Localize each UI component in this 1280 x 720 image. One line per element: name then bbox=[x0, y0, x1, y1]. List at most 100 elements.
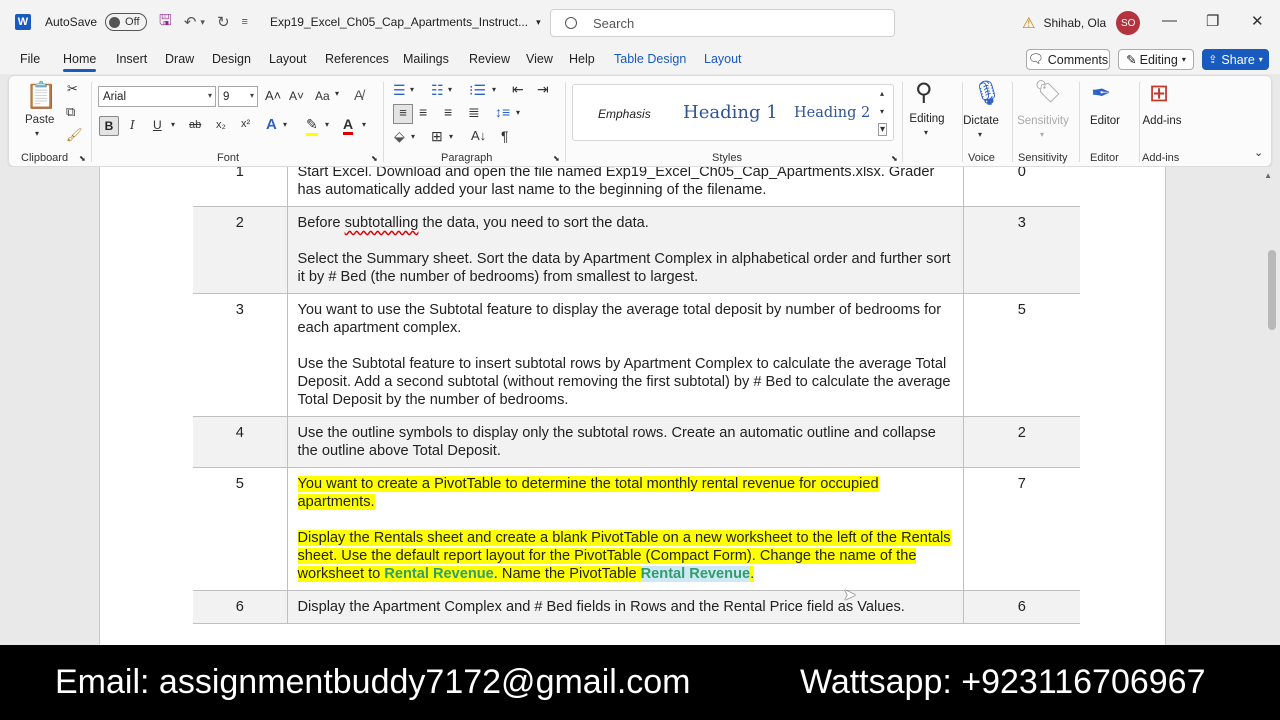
search-input[interactable]: Search bbox=[550, 9, 895, 37]
minimize-icon[interactable]: — bbox=[1162, 12, 1177, 29]
paste-label[interactable]: Paste bbox=[25, 114, 54, 126]
format-painter-icon[interactable]: 🖌 bbox=[66, 127, 83, 143]
tab-file[interactable]: File bbox=[20, 52, 40, 66]
align-left-icon[interactable]: ≡ bbox=[393, 104, 413, 124]
tab-draw[interactable]: Draw bbox=[165, 52, 194, 66]
document-title[interactable]: Exp19_Excel_Ch05_Cap_Apartments_Instruct… bbox=[270, 15, 528, 29]
editing-chevron-down-icon[interactable]: ▾ bbox=[924, 128, 928, 137]
change-case-button[interactable]: Aa bbox=[315, 89, 330, 103]
bold-button[interactable]: B bbox=[99, 116, 119, 136]
line-spacing-icon[interactable]: ↕≡ bbox=[495, 104, 510, 120]
editor-icon[interactable]: ✒ bbox=[1091, 79, 1111, 108]
clipboard-launcher-icon[interactable]: ⬊ bbox=[79, 154, 86, 163]
tab-layout[interactable]: Layout bbox=[269, 52, 307, 66]
text-effects-icon[interactable]: A bbox=[266, 116, 277, 133]
step-instruction[interactable]: Start Excel. Download and open the file … bbox=[287, 167, 963, 207]
paste-chevron-down-icon[interactable]: ▾ bbox=[35, 129, 39, 138]
strikethrough-button[interactable]: ab bbox=[189, 119, 201, 131]
share-button[interactable]: ⇪ Share ▾ bbox=[1202, 49, 1269, 70]
highlight-icon[interactable]: ✎ bbox=[306, 116, 318, 136]
tab-table-layout[interactable]: Layout bbox=[704, 52, 742, 66]
grow-font-icon[interactable]: A˄ bbox=[265, 88, 281, 103]
numbering-icon[interactable]: ☷ bbox=[431, 82, 444, 99]
styles-scroll-up-icon[interactable]: ▴ bbox=[880, 89, 884, 98]
title-chevron-down-icon[interactable]: ▾ bbox=[536, 17, 541, 28]
save-icon[interactable]: 🖫 bbox=[159, 10, 172, 35]
comments-button[interactable]: 🗨 Comments bbox=[1026, 49, 1110, 70]
tab-view[interactable]: View bbox=[526, 52, 553, 66]
microphone-icon[interactable]: 🎙 bbox=[972, 79, 1002, 108]
superscript-button[interactable]: x² bbox=[241, 118, 250, 130]
case-chevron-down-icon[interactable]: ▾ bbox=[335, 89, 339, 98]
decrease-indent-icon[interactable]: ⇤ bbox=[512, 81, 524, 98]
copy-icon[interactable]: ⧉ bbox=[66, 104, 75, 120]
tab-review[interactable]: Review bbox=[469, 52, 510, 66]
subscript-button[interactable]: x₂ bbox=[216, 119, 226, 131]
line-spacing-chevron-down-icon[interactable]: ▾ bbox=[516, 108, 520, 117]
addins-label[interactable]: Add-ins bbox=[1127, 115, 1197, 127]
style-heading-1[interactable]: Heading 1 bbox=[683, 102, 778, 123]
font-name-combobox[interactable]: Arial ▾ bbox=[98, 86, 216, 107]
align-right-icon[interactable]: ≡ bbox=[444, 104, 452, 120]
shading-icon[interactable]: ⬙ bbox=[394, 128, 405, 145]
font-launcher-icon[interactable]: ⬊ bbox=[371, 154, 378, 163]
bullets-chevron-down-icon[interactable]: ▾ bbox=[410, 85, 414, 94]
tab-home[interactable]: Home bbox=[63, 52, 97, 72]
styles-gallery[interactable]: Emphasis Heading 1 Heading 2 ▴ ▾ ▾ bbox=[572, 84, 894, 141]
justify-icon[interactable]: ≣ bbox=[468, 104, 480, 121]
cut-icon[interactable]: ✂ bbox=[67, 81, 78, 97]
highlight-chevron-down-icon[interactable]: ▾ bbox=[325, 120, 329, 129]
bullets-icon[interactable]: ☰ bbox=[393, 82, 406, 99]
dictate-label[interactable]: Dictate bbox=[946, 115, 1016, 127]
underline-button[interactable]: U bbox=[153, 118, 162, 132]
undo-dropdown-icon[interactable]: ▾ bbox=[200, 17, 205, 28]
autosave-toggle[interactable]: Off bbox=[105, 13, 148, 31]
warning-icon[interactable]: ⚠ bbox=[1022, 14, 1035, 32]
tab-references[interactable]: References bbox=[325, 52, 389, 66]
font-color-chevron-down-icon[interactable]: ▾ bbox=[362, 120, 366, 129]
clear-formatting-icon[interactable]: A̸ bbox=[354, 87, 363, 103]
vertical-scrollbar-thumb[interactable] bbox=[1268, 250, 1276, 330]
tab-design[interactable]: Design bbox=[212, 52, 251, 66]
dictate-chevron-down-icon[interactable]: ▾ bbox=[978, 130, 982, 139]
underline-chevron-down-icon[interactable]: ▾ bbox=[171, 120, 175, 129]
tab-mailings[interactable]: Mailings bbox=[403, 52, 449, 66]
styles-more-icon[interactable]: ▾ bbox=[878, 123, 888, 136]
step-instruction[interactable]: You want to use the Subtotal feature to … bbox=[287, 293, 963, 417]
avatar[interactable]: SO bbox=[1116, 11, 1141, 35]
document-page[interactable]: 1 Start Excel. Download and open the fil… bbox=[99, 167, 1166, 645]
step-instruction[interactable]: Before subtotalling the data, you need t… bbox=[287, 206, 963, 294]
tab-table-design[interactable]: Table Design bbox=[614, 52, 686, 66]
paste-icon[interactable]: 📋 bbox=[25, 80, 57, 111]
step-instruction[interactable]: Display the Apartment Complex and # Bed … bbox=[287, 590, 963, 624]
find-icon[interactable]: ⚲ bbox=[915, 78, 933, 107]
borders-icon[interactable]: ⊞ bbox=[431, 128, 443, 145]
style-heading-2[interactable]: Heading 2 bbox=[794, 105, 870, 121]
redo-icon[interactable]: ↻ bbox=[217, 13, 230, 31]
editing-mode-button[interactable]: ✎ Editing ▾ bbox=[1118, 49, 1194, 70]
step-instruction[interactable]: You want to create a PivotTable to deter… bbox=[287, 467, 963, 591]
sort-icon[interactable]: A↓ bbox=[471, 128, 486, 143]
tab-insert[interactable]: Insert bbox=[116, 52, 147, 66]
show-formatting-marks-icon[interactable]: ¶ bbox=[501, 128, 509, 144]
styles-launcher-icon[interactable]: ⬊ bbox=[891, 154, 898, 163]
borders-chevron-down-icon[interactable]: ▾ bbox=[449, 132, 453, 141]
style-emphasis[interactable]: Emphasis bbox=[598, 107, 651, 121]
shading-chevron-down-icon[interactable]: ▾ bbox=[411, 132, 415, 141]
font-size-combobox[interactable]: 9 ▾ bbox=[218, 86, 258, 107]
restore-icon[interactable]: ❐ bbox=[1206, 12, 1219, 30]
close-icon[interactable]: ✕ bbox=[1251, 12, 1264, 30]
collapse-ribbon-icon[interactable]: ⌄ bbox=[1254, 146, 1263, 159]
addins-icon[interactable]: ⊞ bbox=[1149, 79, 1169, 108]
multilevel-list-icon[interactable]: ⁝☰ bbox=[469, 82, 486, 99]
user-account[interactable]: ⚠ Shihab, Ola SO bbox=[1022, 11, 1141, 35]
align-center-icon[interactable]: ≡ bbox=[419, 104, 427, 120]
paragraph-launcher-icon[interactable]: ⬊ bbox=[553, 154, 560, 163]
shrink-font-icon[interactable]: A˅ bbox=[289, 89, 304, 103]
styles-scroll-down-icon[interactable]: ▾ bbox=[880, 107, 884, 116]
text-effects-chevron-down-icon[interactable]: ▾ bbox=[283, 120, 287, 129]
numbering-chevron-down-icon[interactable]: ▾ bbox=[448, 85, 452, 94]
multilevel-chevron-down-icon[interactable]: ▾ bbox=[492, 85, 496, 94]
font-color-icon[interactable]: A bbox=[343, 116, 354, 135]
tab-help[interactable]: Help bbox=[569, 52, 595, 66]
